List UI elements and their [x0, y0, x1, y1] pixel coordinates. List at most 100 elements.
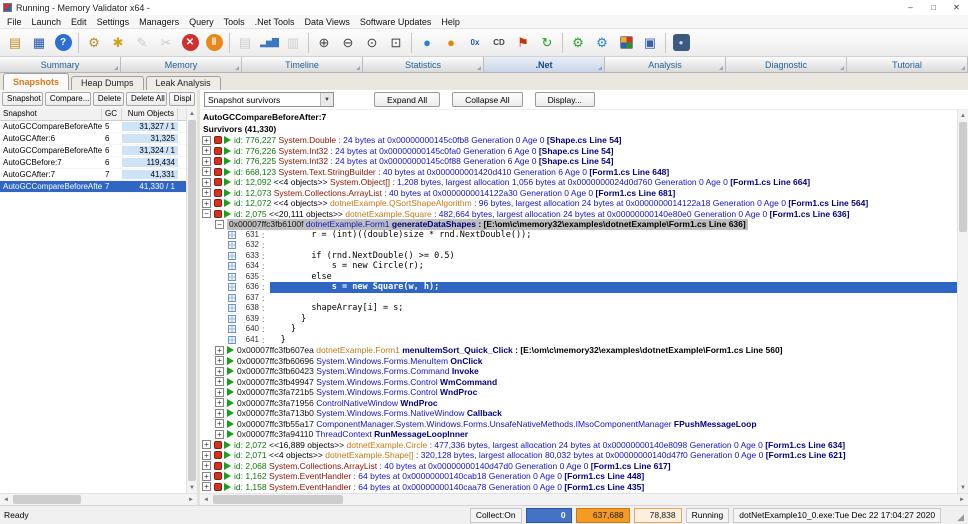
tree-row[interactable]: +0x00007ffc3fa713b0 System.Windows.Forms… [200, 408, 957, 419]
tree-row[interactable]: + id: 2,071 <<4 objects>> dotnetExample.S… [200, 450, 957, 461]
tree-row[interactable]: +0x00007ffc3fa71956 ControlNativeWindow … [200, 398, 957, 409]
menu-net-tools[interactable]: .Net Tools [250, 17, 300, 27]
expand-icon[interactable]: + [215, 429, 224, 439]
save-icon[interactable]: ▦ [27, 31, 51, 55]
menu-launch[interactable]: Launch [27, 17, 67, 27]
expand-icon[interactable]: + [215, 345, 224, 355]
menu-edit[interactable]: Edit [66, 17, 92, 27]
scroll-thumb[interactable] [13, 495, 81, 504]
collect-status[interactable]: Collect:On [469, 507, 522, 523]
scroll-down-icon[interactable]: ▼ [187, 482, 197, 493]
tree-row[interactable]: − id: 2,075 <<20,111 objects>> dotnetExam… [200, 209, 957, 220]
menu-help[interactable]: Help [436, 17, 465, 27]
tab-diagnostic[interactable]: Diagnostic [726, 57, 847, 72]
expand-icon[interactable]: + [202, 156, 211, 166]
displ-button[interactable]: Displ [168, 92, 195, 106]
compare-button[interactable]: Compare... [44, 92, 91, 106]
minimize-button[interactable]: – [899, 0, 922, 15]
objects-icon[interactable]: ▣ [638, 31, 662, 55]
delete-button[interactable]: Delete [92, 92, 124, 106]
expand-icon[interactable]: + [202, 135, 211, 145]
column-header-snapshot[interactable]: Snapshot [0, 108, 102, 120]
expand-icon[interactable]: + [202, 146, 211, 156]
tree-horizontal-scrollbar[interactable]: ◄ ► [200, 493, 968, 505]
expand-icon[interactable]: + [215, 419, 224, 429]
tree-row[interactable]: + id: 1,158 System.EventHandler : 64 byte… [200, 482, 957, 493]
expand-icon[interactable]: + [202, 450, 211, 460]
orange-droplet-icon[interactable]: ● [439, 31, 463, 55]
tab-analysis[interactable]: Analysis [605, 57, 726, 72]
snapshot-vertical-scrollbar[interactable]: ▲ ▼ [186, 108, 197, 493]
scroll-track[interactable] [187, 119, 197, 482]
flag-icon[interactable]: ⚑ [511, 31, 535, 55]
zoom-reset-icon[interactable]: ⊙ [360, 31, 384, 55]
zoom-fit-icon[interactable]: ⊡ [384, 31, 408, 55]
collapse-all-button[interactable]: Collapse All [452, 92, 523, 107]
expand-icon[interactable]: + [215, 356, 224, 366]
expand-icon[interactable]: + [202, 461, 211, 471]
tab-net[interactable]: .Net [484, 57, 605, 72]
expand-icon[interactable]: + [202, 167, 211, 177]
tree-row[interactable]: + id: 12,092 <<4 objects>> System.Object[… [200, 177, 957, 188]
hex-display-icon[interactable]: 0x [463, 31, 487, 55]
source-line[interactable]: 636: s = new Square(w, h); [200, 282, 957, 293]
scroll-right-icon[interactable]: ► [185, 494, 197, 506]
collapse-icon[interactable]: − [202, 209, 211, 219]
expand-icon[interactable]: + [202, 198, 211, 208]
snapshot-row[interactable]: AutoGCAfter:6 6 31,325 [0, 133, 186, 145]
maximize-button[interactable]: □ [922, 0, 945, 15]
tree-row[interactable]: +0x00007ffc3fa94110 ThreadContext RunMes… [200, 429, 957, 440]
column-header-num-objects[interactable]: Num Objects [122, 108, 178, 120]
delete-all-button[interactable]: Delete All [125, 92, 167, 106]
cd-data-icon[interactable]: CD [487, 31, 511, 55]
close-button[interactable]: ✕ [945, 0, 968, 15]
tree-row[interactable]: + id: 776,226 System.Int32 : 24 bytes at … [200, 146, 957, 157]
tree-row[interactable]: +0x00007ffc3fb60423 System.Windows.Forms… [200, 366, 957, 377]
snapshot-row[interactable]: AutoGCBefore:7 6 119,434 [0, 157, 186, 169]
menu-software-updates[interactable]: Software Updates [355, 17, 437, 27]
scroll-thumb[interactable] [213, 495, 343, 504]
expand-all-button[interactable]: Expand All [374, 92, 441, 107]
tree-row[interactable]: + id: 2,072 <<16,889 objects>> dotnetExam… [200, 440, 957, 451]
source-line[interactable]: 633: if (rnd.NextDouble() >= 0.5) [200, 251, 957, 262]
expand-icon[interactable]: + [215, 408, 224, 418]
tree-row[interactable]: + id: 776,225 System.Int32 : 24 bytes at … [200, 156, 957, 167]
subtab-heap-dumps[interactable]: Heap Dumps [71, 76, 144, 90]
source-line[interactable]: 639: } [200, 314, 957, 325]
snapshot-row[interactable]: AutoGCCompareBeforeAfter:6 6 31,324 / 1 [0, 145, 186, 157]
expand-icon[interactable]: + [202, 177, 211, 187]
subtab-leak-analysis[interactable]: Leak Analysis [145, 76, 221, 90]
source-line[interactable]: 638: shapeArray[i] = s; [200, 303, 957, 314]
tab-summary[interactable]: Summary [0, 57, 121, 72]
expand-icon[interactable]: + [202, 188, 211, 198]
scroll-up-icon[interactable]: ▲ [958, 110, 968, 121]
scroll-left-icon[interactable]: ◄ [200, 494, 212, 506]
menu-managers[interactable]: Managers [134, 17, 184, 27]
tree-row[interactable]: +0x00007ffc3fb55a17 ComponentManager.Sys… [200, 419, 957, 430]
tree-row[interactable]: +0x00007ffc3fa721b5 System.Windows.Forms… [200, 387, 957, 398]
stop-icon[interactable]: ✕ [178, 31, 202, 55]
menu-query[interactable]: Query [184, 17, 219, 27]
tree-vertical-scrollbar[interactable]: ▲ ▼ [957, 110, 968, 493]
run-gear-icon[interactable]: ⚙ [566, 31, 590, 55]
scroll-track[interactable] [958, 121, 968, 482]
resize-grip-icon[interactable]: ◢ [957, 510, 964, 524]
config-gear-icon[interactable]: ⚙ [590, 31, 614, 55]
expand-icon[interactable]: + [215, 377, 224, 387]
tab-statistics[interactable]: Statistics [363, 57, 484, 72]
settings-icon[interactable]: ⚙ [82, 31, 106, 55]
source-line[interactable]: 632: [200, 240, 957, 251]
tab-tutorial[interactable]: Tutorial [847, 57, 968, 72]
zoom-out-icon[interactable]: ⊖ [336, 31, 360, 55]
snapshot-button[interactable]: Snapshot [2, 92, 43, 106]
survivor-filter-combo[interactable]: Snapshot survivors ▼ [204, 92, 334, 107]
magic-wand-icon[interactable]: ✱ [106, 31, 130, 55]
zoom-in-icon[interactable]: ⊕ [312, 31, 336, 55]
tree-row[interactable]: + id: 776,227 System.Double : 24 bytes at… [200, 135, 957, 146]
snapshot-horizontal-scrollbar[interactable]: ◄ ► [0, 493, 197, 505]
dropdown-arrow-icon[interactable]: ▼ [320, 93, 333, 106]
open-file-icon[interactable]: ▤ [3, 31, 27, 55]
expand-icon[interactable]: + [202, 482, 211, 492]
scroll-up-icon[interactable]: ▲ [187, 108, 197, 119]
scroll-down-icon[interactable]: ▼ [958, 482, 968, 493]
